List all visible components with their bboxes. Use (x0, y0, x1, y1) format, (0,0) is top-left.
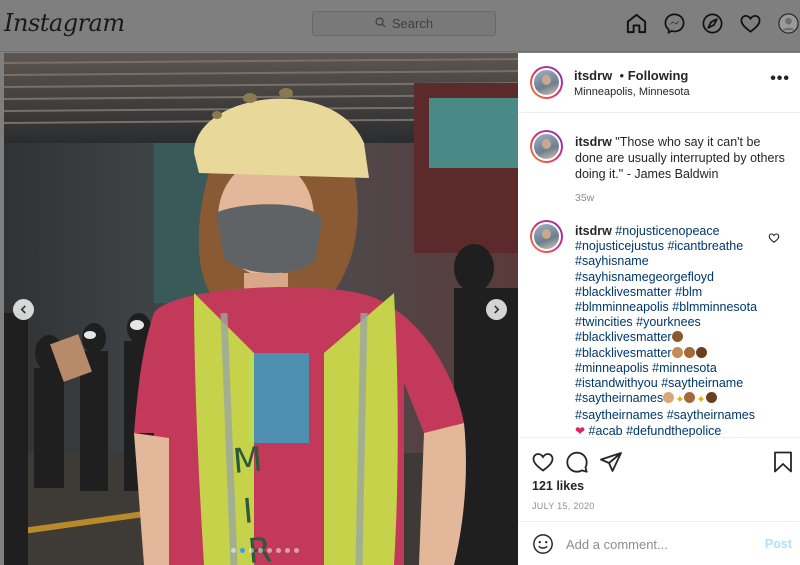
hashtag[interactable]: #sayhisname (575, 254, 649, 268)
heart-icon[interactable] (739, 12, 762, 35)
hashtag[interactable]: #yourknees (636, 315, 701, 329)
comments-list[interactable]: itsdrw "Those who say it can't be done a… (518, 114, 800, 437)
carousel-dot (240, 548, 245, 553)
comment-bubble-icon[interactable] (565, 450, 589, 474)
post-comment-button[interactable]: Post (765, 537, 792, 551)
fist-emoji (684, 392, 696, 404)
messenger-icon[interactable] (663, 12, 686, 35)
top-navigation-bar: Instagram Search (0, 0, 800, 52)
hashtag[interactable]: #saytheirnames (667, 408, 755, 422)
chevron-right-icon (494, 305, 500, 314)
comment-like-icon[interactable] (768, 231, 780, 243)
sparkles-emoji: ✦ (675, 394, 685, 407)
hashtag[interactable]: #saytheirnames (575, 391, 663, 405)
search-icon (375, 16, 386, 31)
search-box[interactable]: Search (312, 11, 496, 36)
fist-emoji (671, 346, 683, 358)
hashtag[interactable]: #twincities (575, 315, 633, 329)
chevron-left-icon (20, 305, 26, 314)
carousel-dot (258, 548, 263, 553)
hashtag[interactable]: #istandwithyou (575, 376, 658, 390)
add-comment-bar: Post (518, 521, 800, 565)
hashtag[interactable]: #blmminnesota (672, 300, 757, 314)
hashtag[interactable]: #blacklivesmatter (575, 330, 672, 344)
hashtag[interactable]: #defundthepolice (626, 424, 721, 437)
carousel-dot (285, 548, 290, 553)
search-placeholder: Search (391, 16, 434, 31)
hashtag[interactable]: #blacklivesmatter (575, 346, 672, 360)
emoji-smile-icon[interactable] (532, 533, 554, 555)
hashtag[interactable]: #minnesota (652, 361, 717, 375)
hashtag[interactable]: #blacklivesmatter (575, 285, 672, 299)
save-bookmark-icon[interactable] (771, 450, 795, 474)
likes-count[interactable]: 121 likes (532, 479, 584, 493)
carousel-dot (294, 548, 299, 553)
follow-status-button[interactable]: Following (628, 68, 689, 83)
post-location[interactable]: Minneapolis, Minnesota (574, 86, 690, 98)
hashtag[interactable]: #saytheirnames (575, 408, 663, 422)
author-username[interactable]: itsdrw (574, 68, 612, 83)
fist-emoji (671, 331, 683, 343)
hashtag[interactable]: #minneapolis (575, 361, 649, 375)
caption-timestamp[interactable]: 35w (575, 192, 594, 204)
post-media[interactable]: MIR (4, 53, 518, 565)
carousel-indicator (231, 548, 299, 553)
hashtag[interactable]: #acab (589, 424, 623, 437)
carousel-prev-button[interactable] (13, 299, 34, 320)
hashtag[interactable]: #saytheirname (661, 376, 743, 390)
post-date[interactable]: JULY 15, 2020 (532, 501, 595, 511)
hashtag[interactable]: #sayhisnamegeorgefloyd (575, 270, 714, 284)
svg-text:M: M (231, 440, 264, 482)
share-paper-plane-icon[interactable] (599, 450, 623, 474)
hashtag[interactable]: #nojusticejustus (575, 239, 664, 253)
carousel-dot (249, 548, 254, 553)
post-header: itsdrw • Following Minneapolis, Minnesot… (518, 53, 800, 113)
home-icon[interactable] (625, 12, 648, 35)
author-avatar[interactable] (530, 66, 563, 99)
hashtag[interactable]: #nojusticenopeace (615, 224, 719, 238)
carousel-dot (276, 548, 281, 553)
post-details-panel: itsdrw • Following Minneapolis, Minnesot… (518, 53, 800, 565)
red-heart-emoji: ❤ (575, 423, 586, 437)
carousel-dot (231, 548, 236, 553)
sparkles-emoji: ✦ (696, 394, 706, 407)
fist-emoji (695, 346, 707, 358)
caption-username[interactable]: itsdrw (575, 135, 612, 149)
carousel-next-button[interactable] (486, 299, 507, 320)
post-photo: MIR (4, 53, 518, 565)
fist-emoji (683, 346, 695, 358)
author-line: itsdrw • Following (574, 68, 688, 83)
profile-icon[interactable] (777, 12, 800, 35)
comment-avatar[interactable] (530, 220, 563, 253)
fist-emoji (705, 392, 717, 404)
comment-text-block: itsdrw #nojusticenopeace #nojusticejustu… (575, 224, 770, 437)
hashtag[interactable]: #blm (675, 285, 702, 299)
explore-icon[interactable] (701, 12, 724, 35)
more-options-icon[interactable]: ••• (770, 70, 790, 88)
separator-dot: • (615, 68, 628, 83)
carousel-dot (267, 548, 272, 553)
nav-icons (625, 12, 800, 35)
instagram-logo[interactable]: Instagram (4, 9, 125, 37)
comment-input[interactable] (566, 532, 756, 556)
fist-emoji (663, 392, 675, 404)
caption-avatar[interactable] (530, 130, 563, 163)
caption-text-block: itsdrw "Those who say it can't be done a… (575, 134, 790, 182)
hashtag[interactable]: #blmminneapolis (575, 300, 669, 314)
hashtag[interactable]: #icantbreathe (667, 239, 743, 253)
comment-username[interactable]: itsdrw (575, 224, 612, 238)
like-heart-icon[interactable] (531, 450, 555, 474)
